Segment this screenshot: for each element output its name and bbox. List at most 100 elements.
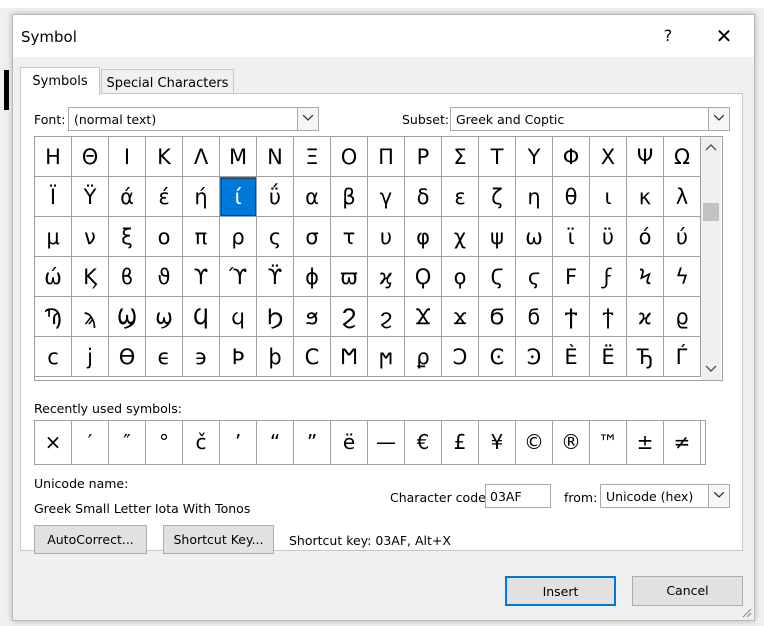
font-dropdown-arrow[interactable] xyxy=(297,108,318,130)
symbol-grid-scrollbar[interactable] xyxy=(701,137,721,380)
symbol-cell[interactable]: Ξ xyxy=(294,137,331,177)
symbol-cell[interactable]: Λ xyxy=(183,137,220,177)
recent-symbol-cell[interactable]: “ xyxy=(257,421,294,464)
recent-symbol-cell[interactable]: ° xyxy=(146,421,183,464)
symbol-cell[interactable]: Θ xyxy=(72,137,109,177)
symbol-cell[interactable]: ϧ xyxy=(294,297,331,337)
tab-special-characters[interactable]: Special Characters xyxy=(101,69,234,93)
symbol-cell[interactable]: Ϫ xyxy=(405,297,442,337)
symbol-cell[interactable]: ϻ xyxy=(368,337,405,377)
symbol-cell[interactable]: ν xyxy=(72,217,109,257)
symbol-cell[interactable]: η xyxy=(516,177,553,217)
symbol-cell[interactable]: ϳ xyxy=(72,337,109,377)
symbol-cell[interactable]: ϶ xyxy=(183,337,220,377)
symbol-cell[interactable]: χ xyxy=(442,217,479,257)
recent-symbol-cell[interactable]: ≠ xyxy=(664,421,701,464)
symbol-cell[interactable]: Ͻ xyxy=(442,337,479,377)
symbol-cell[interactable]: α xyxy=(294,177,331,217)
recent-symbol-cell[interactable]: ” xyxy=(294,421,331,464)
symbol-cell[interactable]: ψ xyxy=(479,217,516,257)
recent-symbol-cell[interactable]: ® xyxy=(553,421,590,464)
symbol-cell[interactable]: Ѓ xyxy=(664,337,701,377)
symbol-cell[interactable]: ι xyxy=(590,177,627,217)
symbol-cell[interactable]: γ xyxy=(368,177,405,217)
symbol-cell[interactable]: δ xyxy=(405,177,442,217)
symbol-cell[interactable]: Σ xyxy=(442,137,479,177)
symbol-cell[interactable]: ϣ xyxy=(146,297,183,337)
symbol-cell[interactable]: Υ xyxy=(516,137,553,177)
symbol-cell[interactable]: Μ xyxy=(220,137,257,177)
symbol-cell[interactable]: Ё xyxy=(590,337,627,377)
symbol-cell[interactable]: ϔ xyxy=(257,257,294,297)
recent-symbol-cell[interactable]: — xyxy=(368,421,405,464)
recent-symbol-cell[interactable]: £ xyxy=(442,421,479,464)
symbol-cell[interactable]: ϋ xyxy=(590,217,627,257)
symbol-cell[interactable]: ζ xyxy=(479,177,516,217)
symbol-cell[interactable]: Ϡ xyxy=(35,297,72,337)
symbol-cell[interactable]: ή xyxy=(183,177,220,217)
recent-symbol-cell[interactable]: ± xyxy=(627,421,664,464)
symbol-cell[interactable]: Ϝ xyxy=(553,257,590,297)
symbol-cell[interactable]: ϑ xyxy=(146,257,183,297)
symbol-cell[interactable]: Ι xyxy=(109,137,146,177)
cancel-button[interactable]: Cancel xyxy=(632,576,743,606)
symbol-cell[interactable]: φ xyxy=(405,217,442,257)
symbol-cell[interactable]: τ xyxy=(331,217,368,257)
symbol-cell[interactable]: Ϗ xyxy=(72,257,109,297)
subset-dropdown-arrow[interactable] xyxy=(708,108,729,130)
symbol-cell[interactable]: Ϣ xyxy=(109,297,146,337)
symbol-cell[interactable]: ϡ xyxy=(72,297,109,337)
symbol-cell[interactable]: Χ xyxy=(590,137,627,177)
symbol-cell[interactable]: Ϙ xyxy=(405,257,442,297)
symbol-cell[interactable]: Ͼ xyxy=(479,337,516,377)
symbol-cell[interactable]: Ψ xyxy=(627,137,664,177)
insert-button[interactable]: Insert xyxy=(505,576,616,606)
symbol-cell[interactable]: Ρ xyxy=(405,137,442,177)
symbol-cell[interactable]: Κ xyxy=(146,137,183,177)
symbol-cell[interactable]: ω xyxy=(516,217,553,257)
recent-symbol-cell[interactable]: č xyxy=(183,421,220,464)
symbol-cell[interactable]: ϒ xyxy=(183,257,220,297)
symbol-cell[interactable]: ϕ xyxy=(294,257,331,297)
symbol-cell[interactable]: υ xyxy=(368,217,405,257)
symbol-cell[interactable]: ϥ xyxy=(220,297,257,337)
symbol-cell[interactable]: μ xyxy=(35,217,72,257)
symbol-cell[interactable]: Ϭ xyxy=(479,297,516,337)
symbol-cell[interactable]: Ϸ xyxy=(220,337,257,377)
recent-symbol-cell[interactable]: ′ xyxy=(72,421,109,464)
symbol-cell[interactable]: ρ xyxy=(220,217,257,257)
symbol-cell[interactable]: ϊ xyxy=(553,217,590,257)
scrollbar-thumb[interactable] xyxy=(703,203,719,221)
symbol-cell[interactable]: ϴ xyxy=(109,337,146,377)
font-dropdown[interactable]: (normal text) xyxy=(68,107,319,131)
symbol-cell[interactable]: ϰ xyxy=(627,297,664,337)
subset-dropdown[interactable]: Greek and Coptic xyxy=(450,107,730,131)
autocorrect-button[interactable]: AutoCorrect... xyxy=(34,525,147,554)
symbol-cell[interactable]: Ϧ xyxy=(257,297,294,337)
recent-symbol-cell[interactable]: ë xyxy=(331,421,368,464)
symbol-cell[interactable]: Ђ xyxy=(627,337,664,377)
symbol-cell[interactable]: Ѐ xyxy=(553,337,590,377)
recent-symbol-cell[interactable]: € xyxy=(405,421,442,464)
recent-symbol-cell[interactable]: ™ xyxy=(590,421,627,464)
symbol-cell[interactable]: ί xyxy=(220,177,257,217)
resize-grip-icon[interactable] xyxy=(740,606,752,618)
symbol-cell[interactable]: Π xyxy=(368,137,405,177)
symbol-cell[interactable]: β xyxy=(331,177,368,217)
symbol-cell[interactable]: Η xyxy=(35,137,72,177)
symbol-cell[interactable]: ΰ xyxy=(257,177,294,217)
symbol-cell[interactable]: Ϻ xyxy=(331,337,368,377)
symbol-cell[interactable]: Τ xyxy=(479,137,516,177)
symbol-cell[interactable]: σ xyxy=(294,217,331,257)
symbol-cell[interactable]: ϵ xyxy=(146,337,183,377)
from-dropdown-arrow[interactable] xyxy=(708,485,729,507)
close-button[interactable]: ✕ xyxy=(709,24,739,48)
symbol-cell[interactable]: ξ xyxy=(109,217,146,257)
symbol-cell[interactable]: Ϥ xyxy=(183,297,220,337)
symbol-cell[interactable]: ϟ xyxy=(664,257,701,297)
symbol-cell[interactable]: Ϊ xyxy=(35,177,72,217)
from-dropdown[interactable]: Unicode (hex) xyxy=(600,484,730,508)
symbol-cell[interactable]: Ϛ xyxy=(479,257,516,297)
symbol-cell[interactable]: ϗ xyxy=(368,257,405,297)
symbol-cell[interactable]: ϼ xyxy=(405,337,442,377)
